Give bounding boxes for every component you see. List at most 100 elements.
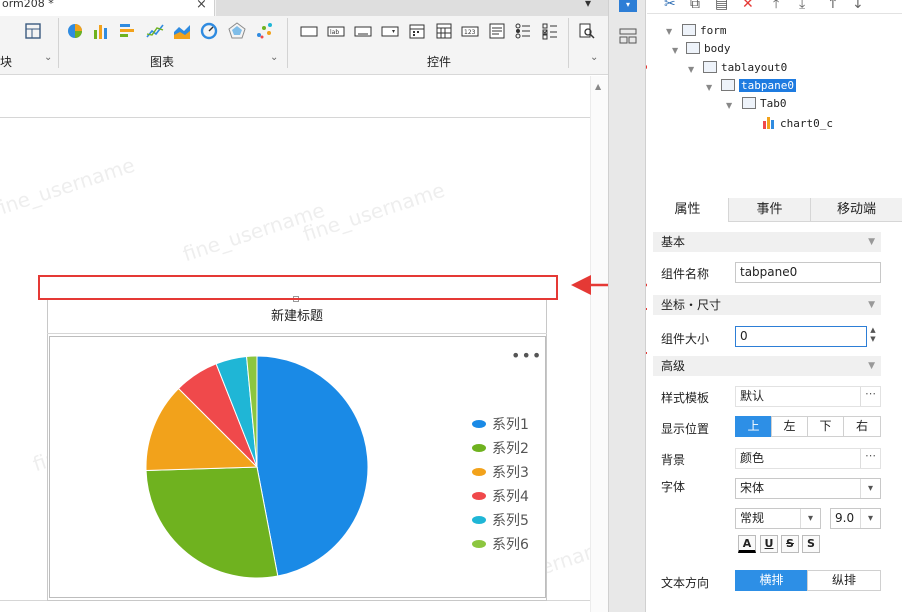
delete-icon[interactable]: ✕: [742, 0, 754, 12]
text-horizontal-button[interactable]: 横排: [735, 570, 808, 591]
name-label: 组件名称: [661, 267, 710, 281]
legend-item[interactable]: 系列1: [470, 414, 550, 438]
more-icon[interactable]: ⋯: [860, 387, 880, 406]
tree-node-chart[interactable]: chart0_c: [762, 116, 833, 130]
gauge-chart-icon[interactable]: [200, 22, 218, 40]
chevron-down-icon: ▾: [860, 509, 880, 528]
group-chevron-icon[interactable]: ⌄: [270, 52, 278, 63]
legend-item[interactable]: 系列5: [470, 510, 550, 534]
calendar-icon[interactable]: [435, 22, 453, 40]
tree-node-body[interactable]: body: [686, 42, 731, 55]
legend-label: 系列2: [492, 441, 529, 457]
textbox-icon[interactable]: [300, 22, 318, 40]
legend-item[interactable]: 系列6: [470, 534, 550, 558]
tree-node-tablayout[interactable]: tablayout0: [703, 61, 787, 74]
document-tab[interactable]: orm208 *: [0, 0, 215, 16]
size-spinner-icon[interactable]: ▲ ▼: [868, 326, 878, 346]
component-size-field[interactable]: 0: [735, 326, 867, 347]
chart-title-divider: [47, 333, 547, 334]
tree-expand-icon[interactable]: ▼: [666, 27, 672, 36]
line-chart-icon[interactable]: [146, 22, 164, 40]
tree-toolbar: ✂ ⧉ ▤ ✕ ⤒ ⤓ ↑ ↓: [647, 0, 902, 14]
pie-chart-icon[interactable]: [66, 22, 84, 40]
legend-item[interactable]: 系列2: [470, 438, 550, 462]
widget-panel-button[interactable]: ▾: [619, 0, 637, 12]
radio-group-icon[interactable]: [514, 22, 532, 40]
section-basic[interactable]: 基本 ▼: [653, 232, 881, 252]
move-bottom-icon[interactable]: ⤓: [799, 0, 805, 12]
font-size-select[interactable]: 9.0 ▾: [830, 508, 881, 529]
style-template-field[interactable]: 默认 ⋯: [735, 386, 881, 407]
text-vertical-button[interactable]: 纵排: [807, 570, 881, 591]
style-template-label: 样式模板: [661, 391, 710, 405]
legend-label: 系列6: [492, 537, 529, 553]
font-color-button[interactable]: A: [738, 535, 756, 553]
canvas-vertical-scrollbar[interactable]: [590, 76, 608, 612]
font-style-select[interactable]: 常规 ▾: [735, 508, 821, 529]
underline-button[interactable]: U: [760, 535, 778, 553]
tab-mobile[interactable]: 移动端: [811, 198, 902, 222]
group-chevron-icon[interactable]: ⌄: [44, 52, 52, 63]
dropdown-icon[interactable]: [381, 22, 399, 40]
position-right-button[interactable]: 右: [843, 416, 881, 437]
tree-expand-icon[interactable]: ▼: [726, 101, 732, 110]
group-label-control: 控件: [427, 55, 452, 69]
date-icon[interactable]: [408, 22, 426, 40]
position-top-button[interactable]: 上: [735, 416, 772, 437]
canvas-guide-line: [0, 117, 590, 118]
position-left-button[interactable]: 左: [771, 416, 808, 437]
number-icon[interactable]: 123: [461, 22, 479, 40]
tab-events[interactable]: 事件: [729, 198, 811, 222]
move-top-icon[interactable]: ⤒: [773, 0, 779, 12]
strikethrough-button[interactable]: S: [781, 535, 799, 553]
background-field[interactable]: 颜色 ⋯: [735, 448, 881, 469]
tablayout-icon: [703, 61, 717, 73]
legend-item[interactable]: 系列3: [470, 462, 550, 486]
cut-icon[interactable]: ✂: [664, 0, 676, 12]
checkbox-group-icon[interactable]: [541, 22, 559, 40]
group-chevron-icon[interactable]: ⌄: [590, 52, 598, 63]
scatter-chart-icon[interactable]: [256, 22, 274, 40]
chart-more-icon[interactable]: •••: [511, 346, 542, 365]
search-icon[interactable]: [578, 22, 596, 40]
pie-slice-2[interactable]: [145, 466, 279, 579]
legend-swatch: [472, 540, 486, 548]
move-up-icon[interactable]: ↑: [827, 0, 839, 12]
tab-properties[interactable]: 属性: [647, 198, 729, 222]
tree-expand-icon[interactable]: ▼: [688, 65, 694, 74]
section-coord-size[interactable]: 坐标・尺寸 ▼: [653, 295, 881, 315]
pie-slice-1[interactable]: [256, 355, 369, 577]
component-tree-icon[interactable]: [619, 28, 637, 44]
legend-item[interactable]: 系列4: [470, 486, 550, 510]
group-divider: [58, 18, 59, 68]
move-down-icon[interactable]: ↓: [852, 0, 864, 12]
pie-chart[interactable]: [140, 350, 380, 590]
textarea-icon[interactable]: [488, 22, 506, 40]
more-icon[interactable]: ⋯: [860, 449, 880, 468]
label-icon[interactable]: lab: [327, 22, 345, 40]
radar-chart-icon[interactable]: [228, 22, 246, 40]
font-label: 字体: [661, 480, 686, 494]
position-bottom-button[interactable]: 下: [807, 416, 844, 437]
paste-icon[interactable]: ▤: [715, 0, 728, 12]
document-tabbar: orm208 * × ▾: [0, 0, 608, 16]
scroll-up-icon[interactable]: ▲: [595, 82, 601, 91]
button-icon[interactable]: [354, 22, 372, 40]
section-advanced[interactable]: 高级 ▼: [653, 356, 881, 376]
area-chart-icon[interactable]: [173, 22, 191, 40]
shadow-button[interactable]: S: [802, 535, 820, 553]
text-direction-label: 文本方向: [661, 576, 710, 590]
copy-icon[interactable]: ⧉: [690, 0, 700, 12]
tree-expand-icon[interactable]: ▼: [706, 83, 712, 92]
font-family-select[interactable]: 宋体 ▾: [735, 478, 881, 499]
absolute-layout-icon[interactable]: [24, 22, 42, 40]
hbar-chart-icon[interactable]: [119, 22, 137, 40]
tree-expand-icon[interactable]: ▼: [672, 46, 678, 55]
tree-node-tab[interactable]: Tab0: [742, 97, 787, 110]
tree-node-tabpane[interactable]: tabpane0: [721, 79, 796, 92]
tree-node-form[interactable]: form: [682, 24, 727, 37]
bar-chart-icon[interactable]: [92, 22, 110, 40]
component-name-field[interactable]: tabpane0: [735, 262, 881, 283]
tab-menu-icon[interactable]: ▾: [585, 0, 591, 10]
tab-close-icon[interactable]: ×: [196, 0, 207, 12]
